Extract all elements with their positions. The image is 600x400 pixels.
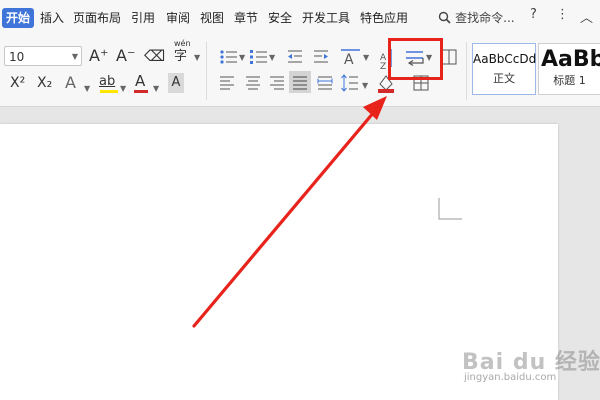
annotation-arrow bbox=[192, 96, 387, 328]
watermark: Bai du 经验 jingyan.baidu.com bbox=[462, 342, 600, 388]
watermark-url: jingyan.baidu.com bbox=[464, 372, 557, 383]
